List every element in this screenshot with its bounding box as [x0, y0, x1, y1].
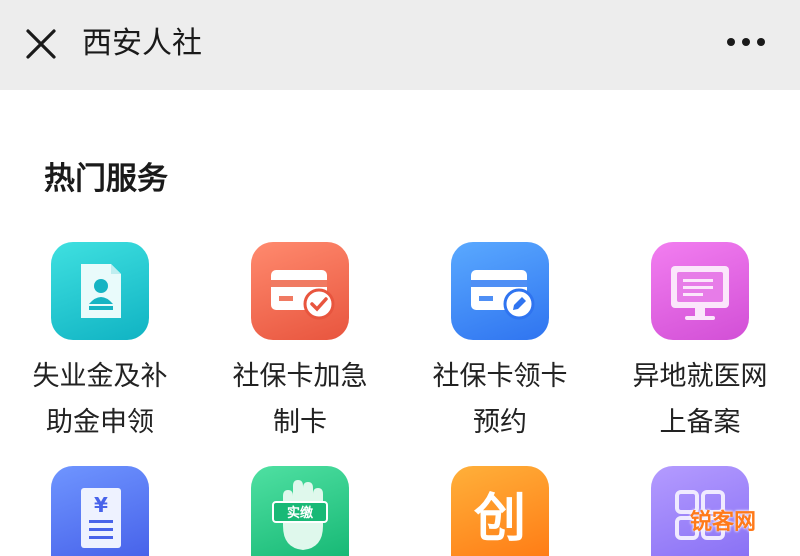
service-tile-remote-medical[interactable]: 异地就医网 上备案 [600, 242, 800, 482]
section-title: 热门服务 [44, 161, 168, 197]
close-button[interactable] [24, 27, 58, 61]
service-tile-row2-1[interactable]: ¥ [0, 466, 200, 556]
service-label: 异地就医网 上备案 [632, 361, 768, 438]
service-tile-row2-2[interactable]: 实缴 [200, 466, 400, 556]
more-dots-icon [727, 38, 765, 46]
service-tile-row2-3[interactable]: 创 [400, 466, 600, 556]
card-edit-icon [471, 270, 535, 320]
service-label: 社保卡加急 制卡 [232, 361, 368, 438]
card-check-icon [271, 270, 335, 320]
monitor-icon [671, 266, 729, 320]
document-person-icon [81, 264, 121, 318]
close-icon [26, 29, 56, 59]
service-tile-unemployment[interactable]: 失业金及补 助金申领 [0, 242, 200, 482]
svg-text:¥: ¥ [94, 493, 108, 517]
service-tile-card-appointment[interactable]: 社保卡领卡 预约 [400, 242, 600, 482]
svg-text:实缴: 实缴 [287, 505, 314, 521]
service-icon [51, 242, 149, 340]
service-label: 社保卡领卡 预约 [432, 361, 568, 438]
yuan-document-icon: ¥ [81, 488, 121, 548]
service-icon: 实缴 [251, 466, 349, 556]
service-icon [451, 242, 549, 340]
service-icon: ¥ [51, 466, 149, 556]
service-label: 失业金及补 助金申领 [32, 361, 168, 438]
service-icon [251, 242, 349, 340]
service-tile-card-urgent[interactable]: 社保卡加急 制卡 [200, 242, 400, 482]
app-title: 西安人社 [82, 26, 202, 61]
watermark: 锐客网 [689, 510, 756, 535]
service-icon: 创 [451, 466, 549, 556]
chuang-icon: 创 [473, 489, 526, 549]
service-icon [651, 242, 749, 340]
hand-badge-icon: 实缴 [272, 480, 328, 550]
more-button[interactable] [724, 30, 768, 54]
top-bar: 西安人社 [0, 0, 800, 90]
